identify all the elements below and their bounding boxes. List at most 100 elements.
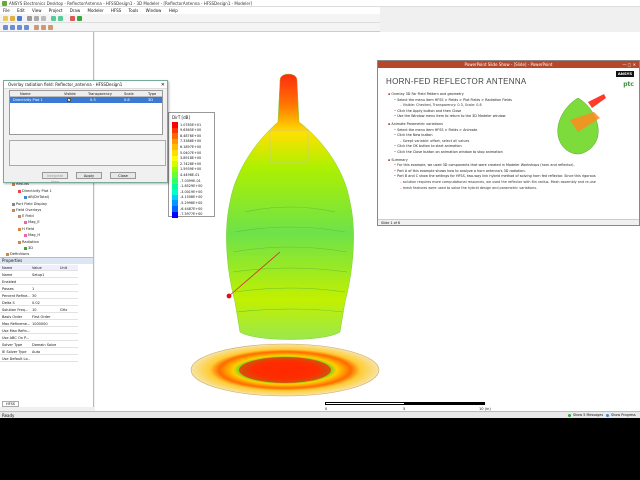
property-row[interactable]: Percent Refine... 30 — [0, 293, 78, 299]
menu-tools[interactable]: Tools — [126, 7, 142, 14]
integrate-view-button[interactable]: Integrate View — [42, 172, 68, 184]
bullet-text: Part A of this example shows how to anal… — [397, 168, 526, 173]
bullet-text: Select the menu item HFSS > Fields > Plo… — [397, 97, 512, 102]
tree-port-field-display[interactable]: Port Field Display — [12, 202, 47, 206]
tree-mag-e[interactable]: Mag_E — [24, 220, 40, 224]
radiation-plot-icon — [24, 246, 27, 250]
slide-bullet: • For this example, we used 3D component… — [394, 163, 575, 167]
redo-icon[interactable] — [58, 16, 63, 21]
close-icon[interactable]: ✕ — [161, 81, 165, 89]
legend-label: -6.4487E+00 — [180, 206, 203, 211]
draw-sphere-icon[interactable] — [24, 25, 29, 30]
bullet-text: Click the Apply button and then Close — [397, 108, 462, 113]
black-letterbox — [0, 418, 640, 480]
slide-bullet: • Click the New button — [394, 133, 433, 137]
bullet-text: Animate Parametric variations — [391, 122, 443, 126]
tree-e-field[interactable]: E Field — [18, 214, 34, 218]
zoom-icon[interactable] — [48, 25, 53, 30]
property-value: 1 — [32, 287, 35, 291]
slide-bullet: ▪ Summary — [388, 158, 408, 162]
tree-definitions[interactable]: Definitions — [6, 252, 29, 256]
property-row[interactable]: Solver Type Domain Solver — [0, 342, 78, 348]
menu-file[interactable]: File — [0, 7, 13, 14]
property-row[interactable]: Basis Order First Order — [0, 314, 78, 320]
new-project-icon[interactable] — [3, 16, 8, 21]
desktop-screen: ANSYS Electronics Desktop - ReflectorAnt… — [0, 0, 640, 418]
slide-bullet: – Visible: Checked, Transparency: 0.3, S… — [400, 103, 482, 107]
bullet-text: Click the Close button on animation wind… — [397, 150, 503, 154]
cut-icon[interactable] — [27, 16, 32, 21]
draw-box-icon[interactable] — [10, 25, 15, 30]
toolbar-draw — [0, 23, 380, 32]
legend-label: -7.0399E-01 — [180, 178, 201, 183]
tree-3d[interactable]: 3D — [24, 246, 33, 250]
overlay-options-group — [9, 140, 166, 166]
legend-label: -7.5977E+00 — [180, 212, 203, 217]
toolbar-standard — [0, 14, 380, 23]
tree-mag-h[interactable]: Mag_H — [24, 233, 40, 237]
menu-modeler[interactable]: Modeler — [85, 7, 107, 14]
property-row[interactable]: IE Solver Type Auto — [0, 349, 78, 355]
property-value: 30 — [32, 294, 37, 298]
menu-hfss[interactable]: HFSS — [108, 7, 124, 14]
tree-field-overlays[interactable]: Field Overlays — [12, 208, 41, 212]
slide-bullet: • Use the Window menu item to return to … — [394, 114, 506, 118]
legend-label: 1.0785E+01 — [180, 122, 202, 127]
folder-icon — [12, 208, 15, 212]
analyze-icon[interactable] — [77, 16, 82, 21]
property-row[interactable]: Name Setup1 — [0, 272, 78, 278]
property-value: 1000000 — [32, 322, 48, 326]
menu-window[interactable]: Window — [143, 7, 165, 14]
open-icon[interactable] — [10, 16, 15, 21]
save-icon[interactable] — [17, 16, 22, 21]
menu-edit[interactable]: Edit — [14, 7, 28, 14]
menu-view[interactable]: View — [29, 7, 45, 14]
folder-icon — [18, 227, 21, 231]
property-row[interactable]: Use ABC On P... — [0, 335, 78, 341]
paste-icon[interactable] — [41, 16, 46, 21]
property-row[interactable]: Delta S 0.02 — [0, 300, 78, 306]
status-bar: Ready Show 5 Messages Show Progress — [0, 411, 640, 418]
slide-bullet: – Swept variable: offset, select all val… — [400, 139, 469, 143]
legend-swatch — [172, 211, 178, 218]
pan-icon[interactable] — [41, 25, 46, 30]
scale-segment-white — [325, 402, 405, 405]
overlay-table-row[interactable]: Directivity Plot 1 ✓ 0.3 0.8 3D — [10, 97, 162, 103]
tab-hfss[interactable]: HFSS — [2, 401, 20, 407]
tree-h-field[interactable]: H Field — [18, 227, 34, 231]
window-controls-icon[interactable]: — ▢ ✕ — [622, 61, 636, 68]
menu-draw[interactable]: Draw — [67, 7, 83, 14]
tree-db-dirtotal[interactable]: dB(DirTotal) — [24, 195, 49, 199]
visible-checkbox[interactable]: ✓ — [67, 98, 71, 102]
property-row[interactable]: Passes 1 — [0, 286, 78, 292]
draw-cylinder-icon[interactable] — [17, 25, 22, 30]
tree-directivity-plot[interactable]: Directivity Plot 1 — [18, 189, 52, 193]
property-unit: GHz — [60, 308, 68, 312]
undo-icon[interactable] — [51, 16, 56, 21]
field-plot-icon — [24, 233, 27, 237]
bullet-text: Part B and C show the settings for HFSS,… — [397, 174, 596, 179]
menu-project[interactable]: Project — [46, 7, 66, 14]
property-row[interactable]: Solution Freq... 10 GHz — [0, 307, 78, 313]
apply-button[interactable]: Apply — [76, 172, 102, 179]
copy-icon[interactable] — [34, 16, 39, 21]
draw-line-icon[interactable] — [3, 25, 8, 30]
property-value: Setup1 — [32, 273, 45, 277]
port-icon — [12, 202, 15, 206]
validate-icon[interactable] — [70, 16, 75, 21]
property-row[interactable]: Use Max Refin... — [0, 328, 78, 334]
property-name: Solution Freq... — [2, 308, 29, 312]
property-row[interactable]: Max Refineme... 1000000 — [0, 321, 78, 327]
close-button[interactable]: Close — [110, 172, 136, 179]
bullet-text: solution requires more computational res… — [402, 180, 596, 184]
rotate-icon[interactable] — [34, 25, 39, 30]
tree-radiation[interactable]: Radiation — [18, 240, 39, 244]
slide-bullet: • Click the Close button on animation wi… — [394, 150, 503, 154]
message-icon — [568, 414, 571, 417]
bullet-text: For this example, we used 3D components … — [397, 163, 575, 168]
menu-help[interactable]: Help — [166, 7, 181, 14]
property-row[interactable]: Use Default Lo... — [0, 356, 78, 362]
ansys-logo-icon — [2, 1, 7, 6]
property-row[interactable]: Enabled — [0, 279, 78, 285]
property-value: First Order — [32, 315, 51, 319]
